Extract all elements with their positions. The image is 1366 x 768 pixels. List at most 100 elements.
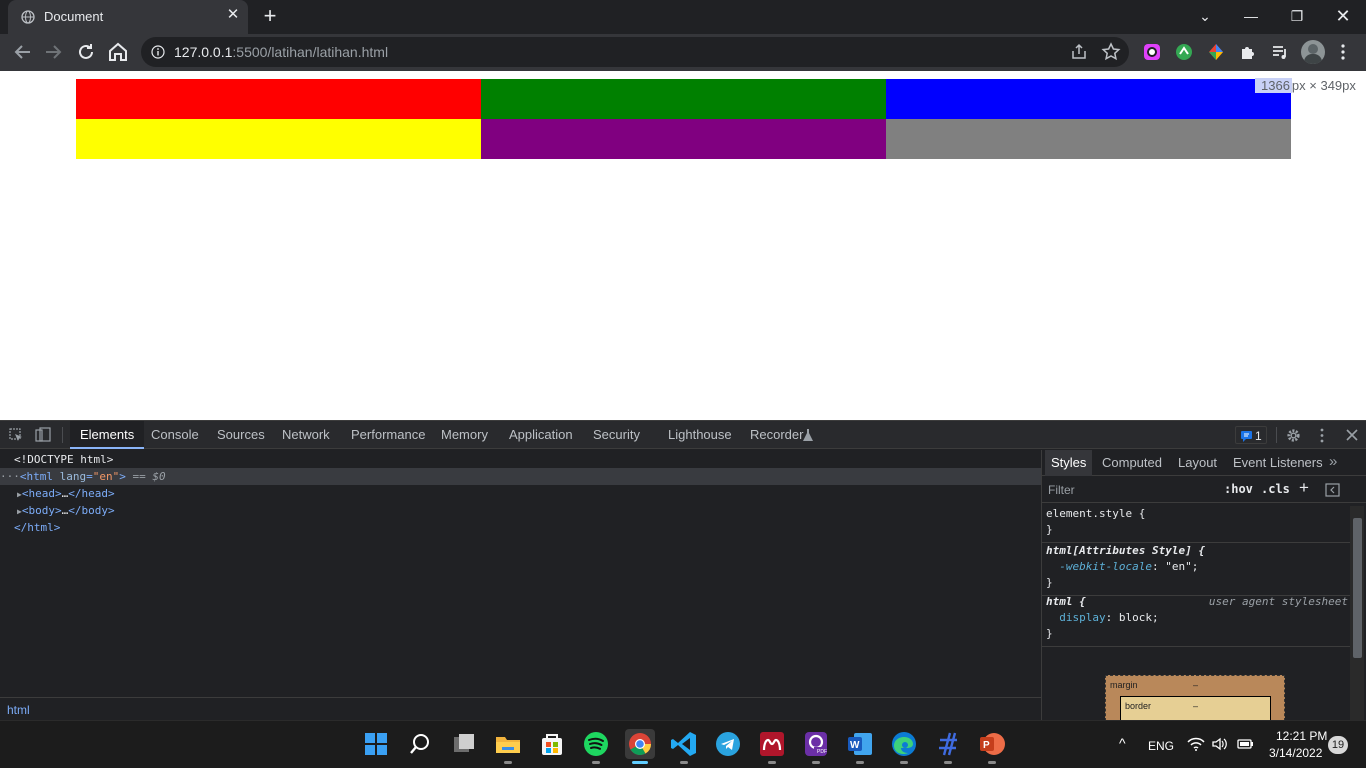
tab-layout[interactable]: Layout xyxy=(1172,450,1223,476)
breadcrumb-html[interactable]: html xyxy=(7,703,30,717)
file-explorer-icon[interactable] xyxy=(493,729,523,764)
notification-badge[interactable]: 19 xyxy=(1328,736,1348,754)
box-model-diagram: margin – border – xyxy=(1105,675,1285,722)
search-icon[interactable] xyxy=(405,729,435,759)
back-icon[interactable] xyxy=(10,40,34,64)
restore-icon[interactable]: ❐ xyxy=(1274,0,1320,32)
microsoft-store-icon[interactable] xyxy=(537,729,567,759)
chrome-icon[interactable] xyxy=(625,729,655,764)
toggle-sidebar-icon[interactable] xyxy=(1325,483,1340,497)
extensions-puzzle-icon[interactable] xyxy=(1238,42,1258,62)
extension-palette-icon[interactable] xyxy=(1206,42,1226,62)
new-style-rule-icon[interactable]: + xyxy=(1299,478,1309,498)
webkit-locale-value[interactable]: : "en"; xyxy=(1152,560,1198,573)
extension-green-icon[interactable] xyxy=(1174,42,1194,62)
svg-text:PDF: PDF xyxy=(817,749,827,755)
telegram-icon[interactable] xyxy=(713,729,743,759)
tab-performance[interactable]: Performance xyxy=(341,421,435,449)
active-indicator xyxy=(632,761,648,764)
box-model-margin-value[interactable]: – xyxy=(1193,680,1198,690)
tab-network[interactable]: Network xyxy=(272,421,340,449)
lang-attr-value: "en" xyxy=(92,470,120,483)
running-indicator xyxy=(680,761,688,764)
tab-security[interactable]: Security xyxy=(583,421,650,449)
media-queue-icon[interactable] xyxy=(1270,42,1290,62)
chrome-menu-icon[interactable] xyxy=(1333,42,1353,62)
minimize-icon[interactable]: — xyxy=(1228,0,1274,32)
battery-icon[interactable] xyxy=(1236,737,1254,751)
cls-toggle[interactable]: .cls xyxy=(1261,482,1290,496)
extension-color-icon[interactable] xyxy=(1142,42,1162,62)
volume-icon[interactable] xyxy=(1211,737,1229,751)
close-devtools-icon[interactable] xyxy=(1345,428,1359,442)
url-path: :5500/latihan/latihan.html xyxy=(232,44,389,60)
running-indicator xyxy=(944,761,952,764)
tab-application[interactable]: Application xyxy=(499,421,583,449)
edge-icon[interactable] xyxy=(889,729,919,764)
toolbar-divider xyxy=(1276,427,1277,443)
scrollbar-thumb[interactable] xyxy=(1353,518,1362,658)
styles-scrollbar[interactable] xyxy=(1350,506,1364,721)
pdf-app-icon[interactable]: PDF xyxy=(801,729,831,764)
info-icon[interactable] xyxy=(151,45,165,59)
tab-lighthouse[interactable]: Lighthouse xyxy=(658,421,742,449)
devtools-panel: Elements Console Sources Network Perform… xyxy=(0,420,1366,722)
tab-computed[interactable]: Computed xyxy=(1096,450,1168,476)
spotify-icon[interactable] xyxy=(581,729,611,764)
tab-search-icon[interactable]: ⌄ xyxy=(1182,0,1228,32)
new-tab-button[interactable]: + xyxy=(258,4,282,28)
close-tab-icon[interactable]: ✕ xyxy=(225,7,241,23)
dom-node-head[interactable]: ▶<head>…</head> xyxy=(17,485,115,502)
vscode-icon[interactable] xyxy=(669,729,699,764)
profile-avatar[interactable] xyxy=(1301,40,1325,64)
viewport-width-highlight: 1366 xyxy=(1255,78,1292,93)
browser-toolbar: 127.0.0.1:5500/latihan/latihan.html xyxy=(0,34,1366,71)
url-text: 127.0.0.1:5500/latihan/latihan.html xyxy=(174,44,388,60)
tab-sources[interactable]: Sources xyxy=(207,421,275,449)
inspect-element-icon[interactable] xyxy=(9,428,23,442)
slash-app-icon[interactable] xyxy=(933,729,963,764)
devtools-tab-bar: Elements Console Sources Network Perform… xyxy=(0,421,1366,449)
dom-node-body[interactable]: ▶<body>…</body> xyxy=(17,502,115,519)
tab-event-listeners[interactable]: Event Listeners xyxy=(1227,450,1329,476)
styles-filter-input[interactable] xyxy=(1044,479,1214,501)
tab-elements[interactable]: Elements xyxy=(70,421,145,449)
tab-styles[interactable]: Styles xyxy=(1045,450,1093,476)
mendeley-icon[interactable] xyxy=(757,729,787,764)
share-icon[interactable] xyxy=(1069,42,1089,62)
html-open-tag: <html xyxy=(19,470,53,483)
green-box xyxy=(481,79,886,119)
home-icon[interactable] xyxy=(106,40,130,64)
powerpoint-icon[interactable]: P xyxy=(977,729,1007,764)
bookmark-star-icon[interactable] xyxy=(1101,42,1121,62)
clock-time[interactable]: 12:21 PM xyxy=(1276,729,1327,743)
tab-memory[interactable]: Memory xyxy=(431,421,498,449)
hov-toggle[interactable]: :hov xyxy=(1224,482,1253,496)
box-model-border-value[interactable]: – xyxy=(1193,701,1198,711)
close-window-icon[interactable]: ✕ xyxy=(1320,0,1366,32)
device-toolbar-icon[interactable] xyxy=(35,427,51,443)
more-tabs-icon[interactable]: » xyxy=(1329,453,1337,470)
chevron-up-icon[interactable]: ^ xyxy=(1119,735,1126,751)
webkit-locale-prop[interactable]: -webkit-locale xyxy=(1059,560,1152,573)
box-model-border-label: border xyxy=(1125,701,1152,711)
issues-counter[interactable]: 1 xyxy=(1235,426,1267,444)
address-bar[interactable]: 127.0.0.1:5500/latihan/latihan.html xyxy=(141,37,1129,67)
forward-icon[interactable] xyxy=(42,40,66,64)
word-icon[interactable]: W xyxy=(845,729,875,764)
dom-node-html[interactable]: ···<html lang="en"> == $0 xyxy=(0,468,1041,485)
wifi-icon[interactable] xyxy=(1187,737,1205,751)
input-language[interactable]: ENG xyxy=(1148,739,1174,753)
browser-tab[interactable]: Document ✕ xyxy=(8,0,248,34)
tab-console[interactable]: Console xyxy=(141,421,209,449)
task-view-icon[interactable] xyxy=(449,729,479,759)
rule-html-ua: html {user agent stylesheet display: blo… xyxy=(1042,592,1350,647)
settings-gear-icon[interactable] xyxy=(1286,428,1301,443)
red-box xyxy=(76,79,481,119)
clock-date[interactable]: 3/14/2022 xyxy=(1269,746,1322,760)
dom-html-close[interactable]: </html> xyxy=(14,519,60,536)
start-windows-icon[interactable] xyxy=(361,729,391,759)
element-style-selector[interactable]: element.style { xyxy=(1046,506,1350,522)
devtools-menu-icon[interactable] xyxy=(1316,428,1328,443)
reload-icon[interactable] xyxy=(74,40,98,64)
